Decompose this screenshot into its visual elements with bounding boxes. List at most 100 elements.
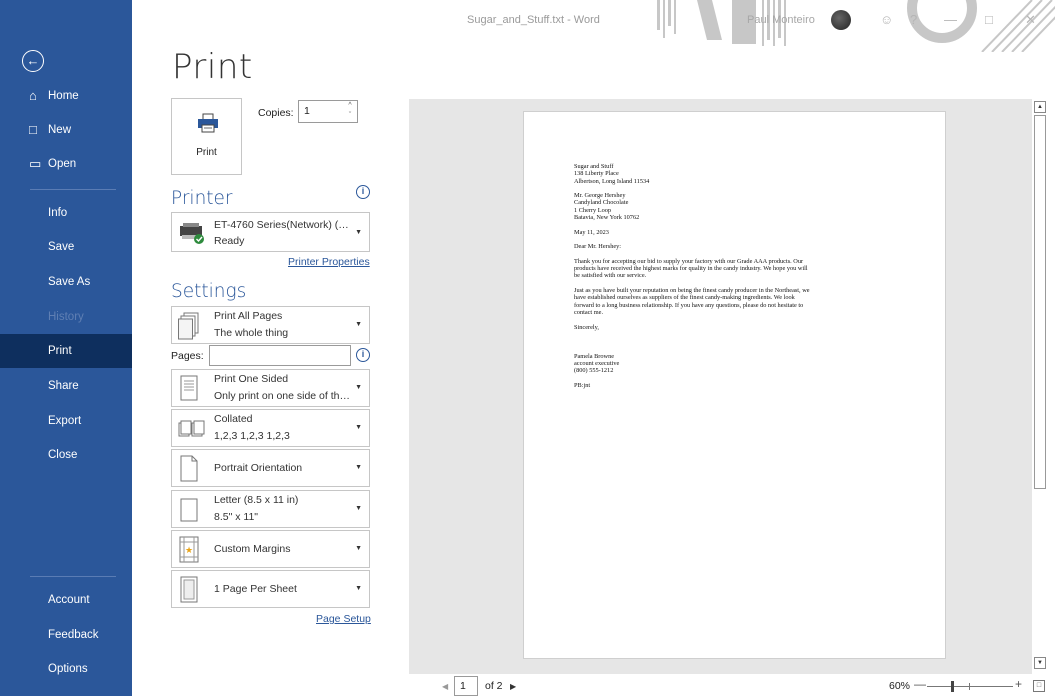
vertical-scrollbar[interactable]: ▲ ▼ — [1032, 99, 1048, 676]
page-per-sheet-icon — [180, 576, 198, 603]
zoom-out-icon[interactable]: — — [914, 677, 926, 691]
spin-up-icon[interactable]: ^ — [343, 101, 357, 111]
sidebar-item-label: Open — [48, 158, 77, 170]
chevron-down-icon: ▼ — [355, 321, 362, 328]
svg-text:★: ★ — [185, 545, 193, 555]
info-icon[interactable]: i — [356, 185, 370, 199]
sidebar-item-history: History — [0, 300, 132, 334]
letter-date: May 11, 2023 — [574, 228, 609, 236]
sidebar-item-label: Save As — [48, 276, 91, 288]
chevron-down-icon: ▼ — [355, 464, 362, 471]
sidebar-item-export[interactable]: Export — [0, 404, 132, 438]
sidebar-item-label: Feedback — [48, 629, 99, 641]
backstage-sidebar: ← ⌂ Home □ New ▭ Open Info Save Save As … — [0, 0, 132, 696]
zoom-in-icon[interactable]: + — [1015, 677, 1022, 691]
chevron-down-icon: ▼ — [355, 229, 362, 236]
printer-icon — [198, 113, 218, 133]
sidebar-item-print[interactable]: Print — [0, 334, 132, 368]
previous-page-icon[interactable]: ◀ — [442, 682, 448, 691]
page-title: Print — [172, 47, 253, 87]
pages-per-sheet-label: 1 Page Per Sheet — [214, 583, 297, 595]
sidebar-divider — [30, 576, 116, 577]
sidebar-item-label: Export — [48, 415, 82, 427]
zoom-slider-thumb[interactable] — [951, 681, 954, 692]
sidebar-item-share[interactable]: Share — [0, 369, 132, 403]
sidebar-item-label: Options — [48, 663, 88, 675]
sidebar-item-options[interactable]: Options — [0, 652, 132, 686]
print-range-dropdown[interactable]: Print All Pages The whole thing ▼ — [171, 306, 370, 344]
chevron-down-icon: ▼ — [355, 505, 362, 512]
printer-status: Ready — [214, 235, 245, 247]
printer-heading: Printer — [171, 188, 233, 209]
sides-desc: Only print on one side of the... — [214, 390, 354, 402]
document-body: Sugar and Stuff 138 Liberty Place Albert… — [574, 163, 909, 397]
printer-name: ET-4760 Series(Network) (Co... — [214, 219, 352, 231]
margins-icon: ★ — [179, 536, 199, 563]
zoom-level[interactable]: 60% — [889, 680, 910, 692]
sidebar-item-open[interactable]: ▭ Open — [0, 147, 132, 181]
print-button[interactable]: Print — [171, 98, 242, 175]
sidebar-item-label: Close — [48, 449, 78, 461]
chevron-down-icon: ▼ — [355, 545, 362, 552]
chevron-down-icon: ▼ — [355, 585, 362, 592]
current-page-input[interactable]: 1 — [454, 676, 478, 696]
pages-input[interactable] — [209, 345, 351, 366]
settings-heading: Settings — [171, 281, 247, 302]
spin-down-icon[interactable]: ˇ — [343, 111, 357, 121]
help-icon[interactable]: ? — [910, 12, 917, 27]
zoom-slider[interactable] — [927, 686, 1013, 687]
initials: PB:jnt — [574, 381, 591, 389]
sidebar-item-label: Account — [48, 594, 90, 606]
sidebar-item-save-as[interactable]: Save As — [0, 265, 132, 299]
sides-title: Print One Sided — [214, 373, 289, 385]
one-sided-icon — [180, 375, 198, 401]
sides-dropdown[interactable]: Print One Sided Only print on one side o… — [171, 369, 370, 407]
sidebar-item-label: Share — [48, 380, 79, 392]
sidebar-item-feedback[interactable]: Feedback — [0, 618, 132, 652]
margins-dropdown[interactable]: ★ Custom Margins ▼ — [171, 530, 370, 568]
body-paragraph: Thank you for accepting our bid to suppl… — [574, 257, 808, 280]
collation-title: Collated — [214, 413, 253, 425]
copies-spinner[interactable]: ^ ˇ — [343, 101, 357, 122]
printer-dropdown[interactable]: ET-4760 Series(Network) (Co... Ready ▼ — [171, 212, 370, 252]
avatar[interactable] — [831, 10, 851, 30]
sidebar-item-info[interactable]: Info — [0, 196, 132, 230]
sidebar-item-close[interactable]: Close — [0, 438, 132, 472]
sidebar-item-label: Save — [48, 241, 75, 253]
orientation-dropdown[interactable]: Portrait Orientation ▼ — [171, 449, 370, 487]
close-window-icon[interactable]: ✕ — [1025, 12, 1036, 28]
back-arrow-icon[interactable]: ← — [22, 50, 44, 72]
sidebar-item-save[interactable]: Save — [0, 230, 132, 264]
scroll-up-icon[interactable]: ▲ — [1034, 101, 1046, 113]
pages-stack-icon — [178, 312, 199, 340]
pages-per-sheet-dropdown[interactable]: 1 Page Per Sheet ▼ — [171, 570, 370, 608]
signature-block: Pamela Browne account executive (800) 55… — [574, 352, 620, 375]
next-page-icon[interactable]: ▶ — [510, 682, 516, 691]
portrait-icon — [180, 455, 198, 482]
scroll-thumb[interactable] — [1034, 115, 1046, 489]
sidebar-item-account[interactable]: Account — [0, 583, 132, 617]
user-name[interactable]: Paul Monteiro — [747, 14, 815, 26]
sidebar-item-home[interactable]: ⌂ Home — [0, 79, 132, 113]
copies-label: Copies: — [258, 107, 294, 119]
printer-status-icon — [180, 223, 204, 244]
zoom-to-page-icon[interactable]: □ — [1033, 680, 1045, 692]
sender-address: Sugar and Stuff 138 Liberty Place Albert… — [574, 163, 650, 185]
sidebar-item-label: History — [48, 311, 84, 323]
paper-size-title: Letter (8.5 x 11 in) — [214, 494, 299, 506]
paper-size-dropdown[interactable]: Letter (8.5 x 11 in) 8.5" x 11" ▼ — [171, 490, 370, 528]
zoom-slider-midpoint — [969, 683, 970, 690]
sidebar-divider — [30, 189, 116, 190]
page-setup-link[interactable]: Page Setup — [316, 613, 371, 625]
info-icon[interactable]: i — [356, 348, 370, 362]
collation-desc: 1,2,3 1,2,3 1,2,3 — [214, 430, 290, 442]
printer-properties-link[interactable]: Printer Properties — [288, 256, 370, 268]
chevron-down-icon: ▼ — [355, 384, 362, 391]
restore-icon[interactable]: □ — [985, 12, 993, 27]
sidebar-item-new[interactable]: □ New — [0, 113, 132, 147]
scroll-down-icon[interactable]: ▼ — [1034, 657, 1046, 669]
paper-size-icon — [180, 498, 198, 522]
minimize-icon[interactable]: — — [944, 12, 957, 27]
coauthor-icon[interactable]: ☺ — [880, 12, 893, 27]
collation-dropdown[interactable]: Collated 1,2,3 1,2,3 1,2,3 ▼ — [171, 409, 370, 447]
